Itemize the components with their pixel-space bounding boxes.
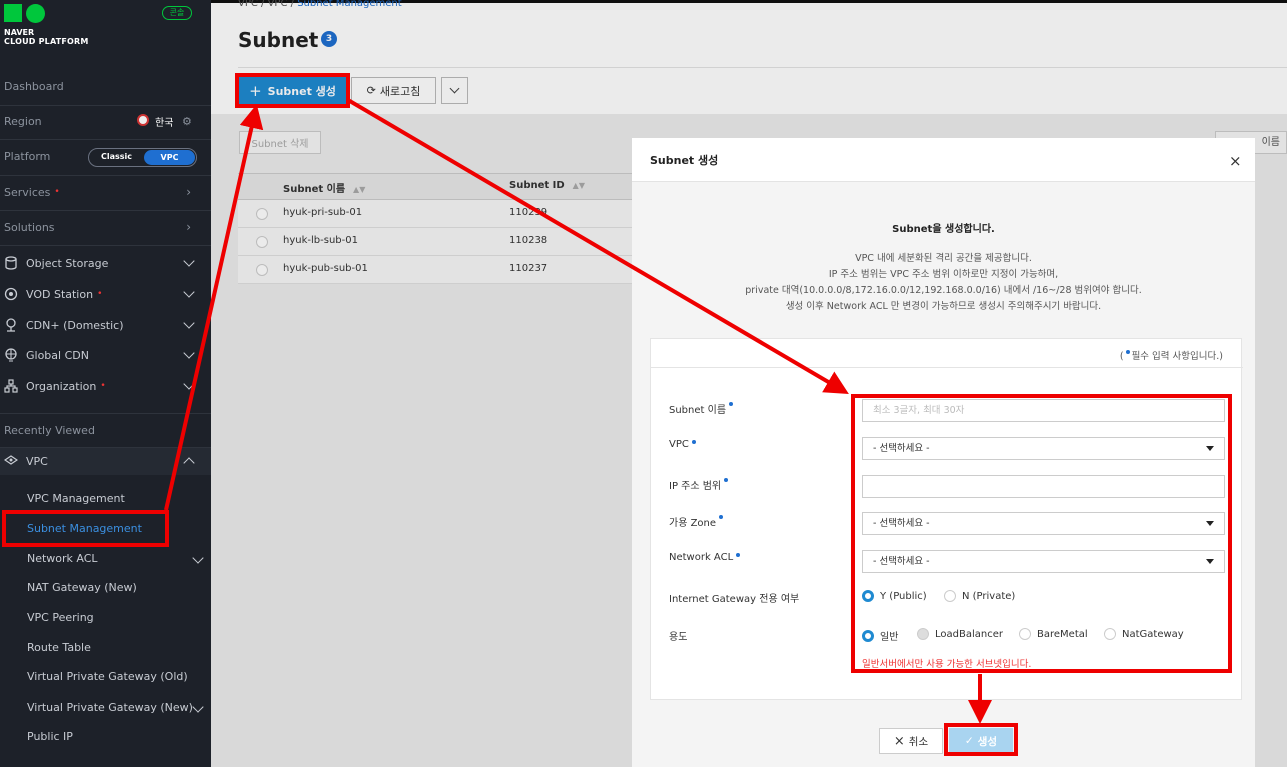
sidebar-item-vpc-management[interactable]: VPC Management [27, 492, 125, 505]
modal-body: Subnet을 생성합니다. VPC 내에 세분화된 격리 공간을 제공합니다.… [632, 182, 1255, 767]
chevron-down-icon [192, 701, 204, 713]
sidebar-dashboard[interactable]: Dashboard [0, 78, 211, 94]
required-dot-icon [719, 515, 724, 519]
caret-down-icon [1206, 446, 1214, 451]
sidebar-item-vpg-new[interactable]: Virtual Private Gateway (New) [27, 701, 204, 714]
intro-line: 생성 이후 Network ACL 만 변경이 가능하므로 생성시 주의해주시기… [785, 301, 1102, 312]
sidebar-item-network-acl[interactable]: Network ACL [27, 552, 204, 565]
caret-down-icon [1206, 521, 1214, 526]
sidebar-item-vpc[interactable]: VPC [0, 453, 211, 469]
ip-range-input[interactable] [862, 475, 1225, 498]
sidebar-item-object-storage[interactable]: Object Storage [0, 255, 211, 271]
radio-icon [1104, 628, 1116, 640]
korea-flag-icon [137, 114, 149, 126]
vpc-icon [3, 454, 19, 468]
naver-cloud-logo[interactable]: NAVER CLOUD PLATFORM [4, 4, 88, 54]
platform-toggle[interactable]: Classic VPC [88, 148, 197, 167]
radio-icon [1019, 628, 1031, 640]
cdn-icon [4, 318, 18, 332]
network-acl-select[interactable]: - 선택하세요 - [862, 550, 1225, 573]
sidebar-item-organization[interactable]: Organization • [0, 378, 211, 394]
sidebar: NAVER CLOUD PLATFORM 콘솔 Dashboard Region… [0, 0, 211, 767]
required-note: (필수 입력 사항입니다.) [1119, 350, 1223, 362]
sidebar-region[interactable]: Region 한국 ⚙ [0, 113, 211, 129]
usage-radio-baremetal[interactable]: BareMetal [1019, 628, 1088, 640]
radio-disabled-icon [917, 628, 929, 640]
required-dot-icon [691, 440, 696, 444]
chevron-right-icon: › [186, 220, 191, 234]
vpc-label: VPC [669, 439, 696, 450]
platform-vpc[interactable]: VPC [144, 150, 195, 165]
igw-label: Internet Gateway 전용 여부 [669, 594, 800, 605]
igw-radio-private[interactable]: N (Private) [944, 590, 1015, 602]
usage-radio-loadbalancer[interactable]: LoadBalancer [917, 628, 1003, 640]
sidebar-recently-viewed: Recently Viewed [4, 423, 95, 437]
radio-checked-icon [862, 629, 874, 642]
modal-header: Subnet 생성 × [632, 138, 1255, 182]
usage-note: 일반서버에서만 사용 가능한 서브넷입니다. [862, 659, 1032, 670]
gear-icon[interactable]: ⚙ [182, 115, 192, 128]
ip-range-label: IP 주소 범위 [669, 477, 729, 492]
chevron-right-icon: › [186, 185, 191, 199]
sidebar-item-vpc-peering[interactable]: VPC Peering [27, 611, 94, 624]
platform-classic[interactable]: Classic [101, 152, 132, 161]
sidebar-item-global-cdn[interactable]: Global CDN [0, 347, 211, 363]
create-subnet-modal: Subnet 생성 × Subnet을 생성합니다. VPC 내에 세분화된 격… [632, 138, 1255, 767]
sidebar-item-nat-gateway[interactable]: NAT Gateway (New) [27, 581, 137, 594]
zone-label: 가용 Zone [669, 514, 724, 529]
zone-select[interactable]: - 선택하세요 - [862, 512, 1225, 535]
subnet-name-input[interactable]: 최소 3글자, 최대 30자 [862, 399, 1225, 422]
chevron-up-icon [183, 457, 195, 469]
intro-line: IP 주소 범위는 VPC 주소 범위 이하로만 지정이 가능하며, [828, 269, 1059, 280]
globe-icon [4, 348, 18, 362]
required-dot-icon [736, 553, 741, 557]
new-indicator: • [54, 187, 60, 197]
sidebar-item-cdn-domestic[interactable]: CDN+ (Domestic) [0, 317, 211, 333]
chevron-down-icon [192, 552, 204, 564]
check-icon: ✓ [964, 735, 974, 747]
vod-icon [4, 287, 18, 301]
required-dot-icon [729, 402, 734, 406]
new-indicator: • [100, 381, 106, 391]
radio-icon [944, 590, 956, 602]
sidebar-solutions[interactable]: Solutions › [0, 219, 211, 235]
chevron-down-icon [183, 286, 195, 298]
organization-icon [4, 379, 18, 393]
sidebar-item-route-table[interactable]: Route Table [27, 641, 91, 654]
intro-title: Subnet을 생성합니다. [892, 224, 995, 235]
sidebar-item-vpg-old[interactable]: Virtual Private Gateway (Old) [27, 670, 188, 683]
close-icon: × [893, 733, 905, 749]
submit-create-button[interactable]: ✓ 생성 [949, 728, 1013, 754]
chevron-down-icon [183, 347, 195, 359]
new-indicator: • [97, 289, 103, 299]
required-dot-icon [724, 478, 729, 482]
close-icon[interactable]: × [1229, 152, 1242, 170]
sidebar-item-vod-station[interactable]: VOD Station • [0, 286, 211, 302]
region-value: 한국 [155, 117, 174, 129]
subnet-name-label: Subnet 이름 [669, 401, 734, 416]
required-dot-icon [1125, 350, 1130, 354]
intro-line: private 대역(10.0.0.0/8,172.16.0.0/12,192.… [745, 285, 1142, 296]
subnet-form: (필수 입력 사항입니다.) Subnet 이름 최소 3글자, 최대 30자 … [650, 338, 1243, 700]
caret-down-icon [1206, 559, 1214, 564]
usage-label: 용도 [669, 632, 688, 643]
igw-radio-public[interactable]: Y (Public) [862, 590, 927, 602]
divider [651, 367, 1243, 368]
chevron-down-icon [183, 378, 195, 390]
intro-line: VPC 내에 세분화된 격리 공간을 제공합니다. [855, 253, 1032, 264]
cancel-button[interactable]: × 취소 [879, 728, 943, 754]
network-acl-label: Network ACL [669, 552, 741, 563]
storage-icon [4, 256, 18, 270]
modal-title: Subnet 생성 [650, 154, 719, 167]
radio-checked-icon [862, 590, 874, 602]
usage-radio-general[interactable]: 일반 [862, 628, 898, 643]
sidebar-services[interactable]: Services • › [0, 184, 211, 200]
usage-radio-natgateway[interactable]: NatGateway [1104, 628, 1184, 640]
sidebar-item-subnet-management[interactable]: Subnet Management [27, 522, 142, 535]
chevron-down-icon [183, 317, 195, 329]
sidebar-item-public-ip[interactable]: Public IP [27, 730, 73, 743]
console-badge[interactable]: 콘솔 [162, 6, 192, 20]
chevron-down-icon [183, 255, 195, 267]
vpc-select[interactable]: - 선택하세요 - [862, 437, 1225, 460]
